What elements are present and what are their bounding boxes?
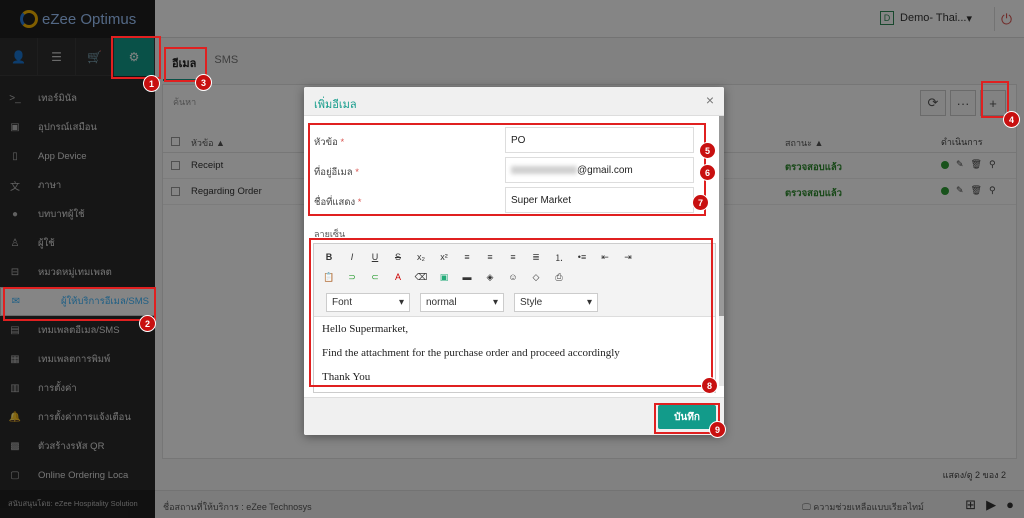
annotation-badge: 4 <box>1003 111 1020 128</box>
annotation-badge: 6 <box>699 164 716 181</box>
annotation-badge: 5 <box>699 142 716 159</box>
modal-scrollbar[interactable] <box>719 116 724 386</box>
scrollbar-thumb[interactable] <box>719 116 724 316</box>
annotation-badge: 9 <box>709 421 726 438</box>
annotation-badge: 1 <box>143 75 160 92</box>
annotation-badge: 8 <box>701 377 718 394</box>
annotation-box-fields <box>308 123 706 216</box>
annotation-badge: 3 <box>195 74 212 91</box>
modal-header: เพิ่มอีเมล × <box>304 87 724 116</box>
annotation-box-editor <box>309 238 713 387</box>
close-icon[interactable]: × <box>706 92 714 108</box>
annotation-badge: 7 <box>692 194 709 211</box>
annotation-badge: 2 <box>139 315 156 332</box>
annotation-box-2 <box>3 287 156 321</box>
modal-title: เพิ่มอีเมล <box>314 99 357 111</box>
annotation-box-1 <box>111 36 161 79</box>
